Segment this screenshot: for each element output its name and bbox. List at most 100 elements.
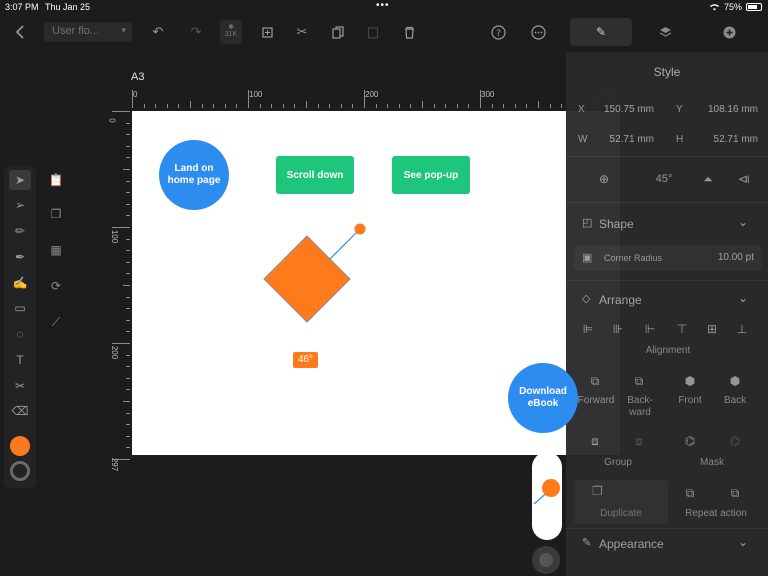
paste-icon[interactable]: [363, 22, 383, 42]
tab-style[interactable]: ✎: [570, 18, 632, 46]
back-label: Back: [723, 395, 747, 406]
anchor-point-icon[interactable]: ⊕: [592, 168, 616, 190]
w-value: 52.71 mm: [609, 134, 654, 145]
x-field[interactable]: X 150.75 mm: [570, 98, 660, 120]
ruler-tick: [126, 296, 130, 298]
line-icon[interactable]: ⟋: [48, 314, 64, 330]
ruler-tick: [375, 104, 377, 108]
arrange-section-header[interactable]: ◇ Arrange ⌄: [566, 287, 768, 313]
pencil-tool-icon[interactable]: ✏: [12, 223, 28, 239]
rotate-icon[interactable]: ⟳: [48, 278, 64, 294]
multitasking-dots[interactable]: •••: [376, 0, 390, 11]
send-to-back-icon[interactable]: ⬢: [723, 370, 747, 392]
ruler-h-label: 300: [481, 90, 495, 99]
corner-radius-field[interactable]: ▣ Corner Radius 10.00 pt: [574, 245, 762, 271]
undo-icon[interactable]: ↶: [148, 22, 168, 42]
repeat-transform-icon[interactable]: ⧉: [723, 482, 747, 504]
trash-icon[interactable]: [399, 22, 419, 42]
brush-icon: ✎: [595, 25, 607, 39]
x-label: X: [578, 104, 585, 115]
grid-icon[interactable]: ▦: [48, 242, 64, 258]
ruler-tick: [236, 104, 238, 108]
align-top-icon[interactable]: ⊤: [670, 318, 694, 340]
flow-node-land-home[interactable]: Land on home page: [159, 140, 229, 210]
brush-tool-icon[interactable]: ✍: [12, 275, 28, 291]
h-field[interactable]: H 52.71 mm: [668, 128, 764, 150]
flow-node-label: Land on home page: [167, 163, 221, 186]
slider-knob[interactable]: [542, 479, 560, 497]
more-icon[interactable]: [528, 22, 548, 42]
align-left-icon[interactable]: ⊫: [576, 318, 600, 340]
crop-icon[interactable]: [257, 22, 277, 42]
ruler-tick: [126, 157, 130, 159]
ruler-tick: [126, 377, 130, 379]
unmask-icon[interactable]: ⌬: [723, 430, 747, 452]
mask-icon[interactable]: ⌬: [678, 430, 702, 452]
direct-select-tool-icon[interactable]: ➢: [12, 197, 28, 213]
ruler-tick: [468, 104, 470, 108]
ruler-tick: [294, 104, 296, 108]
group-icon[interactable]: ⧈: [583, 430, 607, 452]
align-right-icon[interactable]: ⊩: [638, 318, 662, 340]
duplicate-icon[interactable]: ❐: [48, 206, 64, 222]
floating-rotation-slider[interactable]: [532, 452, 562, 540]
corner-radius-icon: ▣: [582, 252, 593, 264]
shape-section-header[interactable]: ◰ Shape ⌄: [566, 211, 768, 237]
text-tool-icon[interactable]: T: [12, 352, 28, 368]
selected-diamond-shape[interactable]: [258, 218, 370, 330]
tab-add[interactable]: [698, 18, 760, 46]
rotation-value[interactable]: 45°: [652, 168, 676, 190]
flow-node-see-popup[interactable]: See pop-up: [392, 156, 470, 194]
y-field[interactable]: Y 108.16 mm: [668, 98, 764, 120]
scissors-icon[interactable]: ✂: [292, 22, 312, 42]
ruler-v-label: 100: [110, 229, 120, 244]
ruler-tick: [126, 273, 130, 275]
rotation-handle[interactable]: [354, 223, 366, 235]
ruler-tick: [126, 424, 130, 426]
ruler-tick: [126, 308, 130, 310]
stroke-color-swatch[interactable]: [10, 461, 30, 481]
backward-label: Back-ward: [627, 395, 653, 418]
redo-icon[interactable]: ↷: [186, 22, 206, 42]
appearance-section-label: Appearance: [599, 537, 664, 551]
w-field[interactable]: W 52.71 mm: [570, 128, 660, 150]
document-name-dropdown[interactable]: User flo... ▾: [44, 22, 132, 42]
lasso-tool-icon[interactable]: ◌: [12, 326, 28, 342]
appearance-section-header[interactable]: ✎ Appearance ⌄: [566, 531, 768, 557]
eraser-tool-icon[interactable]: ⌫: [12, 403, 29, 419]
clipboard-icon[interactable]: 📋: [48, 172, 64, 188]
bring-forward-icon[interactable]: ⧉: [583, 370, 607, 392]
help-icon[interactable]: ?: [488, 22, 508, 42]
battery-percent: 75%: [723, 2, 742, 12]
flow-node-download-ebook[interactable]: Download eBook: [508, 363, 578, 433]
floating-control-button[interactable]: [532, 546, 560, 574]
align-middle-icon[interactable]: ⊞: [700, 318, 724, 340]
copy-icon[interactable]: [328, 22, 348, 42]
bring-to-front-icon[interactable]: ⬢: [678, 370, 702, 392]
align-bottom-icon[interactable]: ⊥: [730, 318, 754, 340]
ruler-tick: [178, 104, 180, 108]
layers-icon: [659, 27, 671, 37]
ruler-tick: [306, 101, 307, 108]
diamond[interactable]: [263, 235, 351, 323]
ungroup-icon[interactable]: ⧈: [627, 430, 651, 452]
rectangle-tool-icon[interactable]: ▭: [12, 300, 28, 316]
repeat-icon[interactable]: ⧉: [678, 482, 702, 504]
select-tool-icon[interactable]: ➤: [9, 170, 31, 190]
pen-tool-icon[interactable]: ✒: [12, 249, 28, 265]
tab-layers[interactable]: [634, 18, 696, 46]
flip-horizontal-icon[interactable]: ⧏: [732, 168, 756, 190]
fill-color-swatch[interactable]: [10, 436, 30, 456]
y-label: Y: [676, 104, 683, 115]
align-center-h-icon[interactable]: ⊪: [606, 318, 630, 340]
floating-control-dot: [539, 553, 553, 567]
chevron-left-icon[interactable]: [9, 22, 29, 42]
scissors-tool-icon[interactable]: ✂: [12, 378, 28, 394]
send-backward-icon[interactable]: ⧉: [627, 370, 651, 392]
duplicate-button[interactable]: ❐ Duplicate: [574, 480, 668, 524]
battery-level: [748, 5, 757, 9]
wifi-icon: [709, 4, 719, 11]
flow-node-scroll-down[interactable]: Scroll down: [276, 156, 354, 194]
zoom-indicator[interactable]: ✱ 31K: [220, 20, 242, 44]
flip-vertical-icon[interactable]: ⏶: [696, 168, 720, 190]
